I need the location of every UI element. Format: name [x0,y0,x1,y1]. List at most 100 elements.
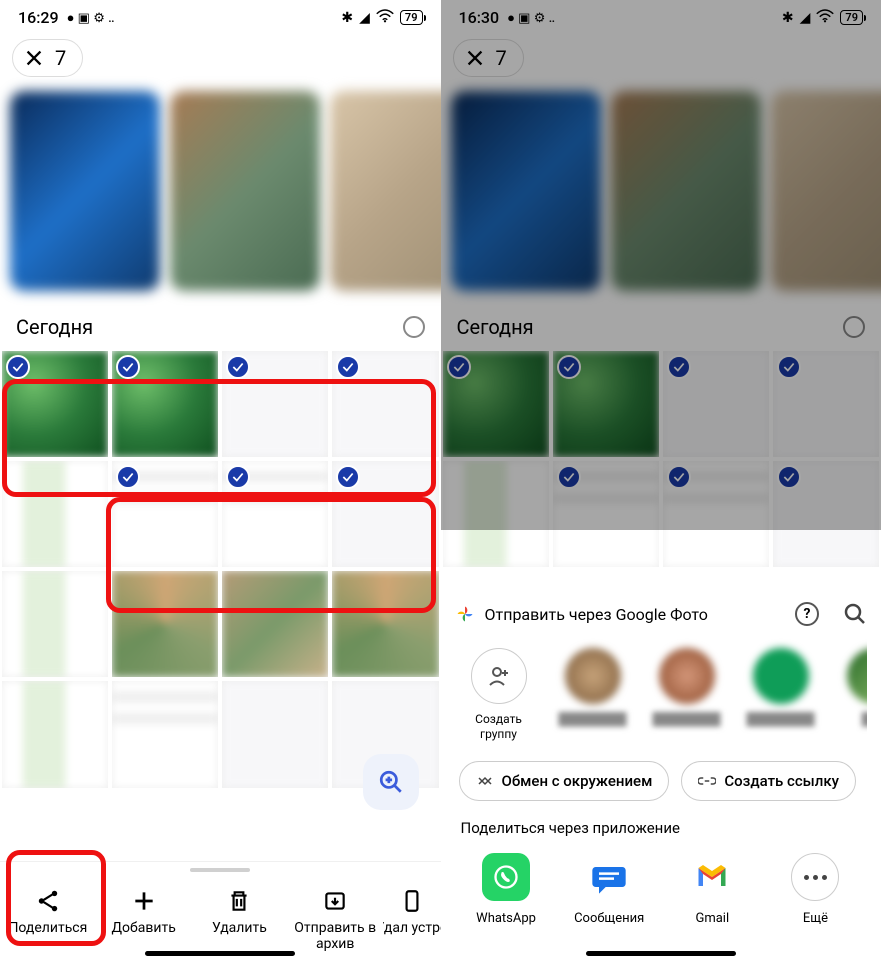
memory-card[interactable] [330,91,441,291]
magnifier-plus-icon [378,769,404,795]
photo-thumb[interactable] [332,461,438,567]
more-apps-button[interactable]: Ещё [775,853,855,926]
create-group-button[interactable]: Создать группу [463,648,535,741]
memory-card[interactable] [10,91,160,291]
screenshot-left: 16:29 ● ▣ ⚙ ‥ ✱ ◢ 79 7 Сегодня [0,0,441,960]
close-icon[interactable] [23,47,45,69]
status-time: 16:30 [459,8,500,27]
share-options-row: Обмен с окружением Создать ссылку [455,755,868,815]
more-icon [791,853,839,901]
help-icon[interactable]: ? [795,602,819,626]
whatsapp-icon [482,853,530,901]
photo-thumb[interactable] [112,461,218,567]
photo-thumb [553,351,659,457]
link-label: Создать ссылку [724,772,839,790]
photo-thumb [443,461,549,567]
gmail-label: Gmail [695,911,729,926]
photo-thumb[interactable] [222,461,328,567]
photo-thumb[interactable] [222,571,328,677]
section-header: Сегодня [0,309,441,351]
check-icon [6,355,30,379]
zoom-fab[interactable] [363,754,419,810]
memory-card [611,91,761,291]
photo-thumb[interactable] [2,461,108,567]
sheet-title: Отправить через Google Фото [485,605,786,624]
bluetooth-icon: ✱ [782,10,794,26]
phone-x-icon [399,888,425,914]
create-group-avatar [471,648,527,704]
home-indicator[interactable] [145,951,295,956]
messages-app[interactable]: Сообщения [569,853,649,926]
photo-thumb[interactable] [2,681,108,787]
contact-item[interactable]: ███ [839,648,868,741]
wifi-icon [376,9,394,27]
selection-toolbar: 7 [441,31,881,85]
home-indicator[interactable] [586,951,736,956]
photo-thumb [773,351,879,457]
section-title: Сегодня [457,315,534,339]
section-header: Сегодня [441,309,881,351]
selection-chip[interactable]: 7 [453,39,524,77]
wifi-icon [816,9,834,27]
photo-thumb[interactable] [222,681,328,787]
photo-thumb [663,351,769,457]
selection-chip[interactable]: 7 [12,39,83,77]
battery-indicator: 79 [400,10,423,25]
whatsapp-app[interactable]: WhatsApp [466,853,546,926]
delete-button[interactable]: Удалить [192,870,288,952]
photo-thumb[interactable] [332,351,438,457]
photo-thumb[interactable] [112,681,218,787]
photo-thumb [773,461,879,567]
photo-grid [441,351,881,567]
plus-icon [131,888,157,914]
add-button[interactable]: Добавить [96,870,192,952]
screenshot-right: 16:30 ● ▣ ⚙ ‥ ✱ ◢ 79 7 Сегодня [441,0,881,960]
search-icon[interactable] [843,602,867,626]
photo-thumb [663,461,769,567]
selection-count: 7 [55,46,66,70]
memory-card[interactable] [170,91,320,291]
photo-thumb[interactable] [332,571,438,677]
gmail-app[interactable]: Gmail [672,853,752,926]
contact-item[interactable]: ████████ [557,648,629,741]
nearby-share-button[interactable]: Обмен с окружением [459,761,670,801]
messages-label: Сообщения [574,911,644,926]
photo-thumb[interactable] [2,351,108,457]
share-apps-heading: Поделиться через приложение [455,815,868,849]
photo-thumb[interactable] [112,571,218,677]
selection-toolbar: 7 [0,31,441,85]
photo-thumb[interactable] [222,351,328,457]
person-plus-icon [487,664,511,688]
trash-icon [226,888,252,914]
google-photos-icon [455,604,475,624]
check-icon [116,355,140,379]
delete-label: Удалить [212,920,267,936]
memories-carousel [441,85,881,309]
device-delete-button[interactable]: Удал устро [383,870,440,952]
photo-thumb[interactable] [2,571,108,677]
status-time: 16:29 [18,8,59,27]
photo-thumb[interactable] [112,351,218,457]
signal-icon: ◢ [800,10,811,26]
close-icon[interactable] [464,47,486,69]
photo-grid [0,351,441,788]
contact-item[interactable]: ████████ [745,648,817,741]
archive-button[interactable]: Отправить в архив [287,870,383,952]
more-label: Ещё [803,911,828,926]
signal-icon: ◢ [359,10,370,26]
contacts-row[interactable]: Создать группу ████████ ████████ ███████… [455,626,868,755]
create-link-button[interactable]: Создать ссылку [681,761,856,801]
contact-item[interactable]: ████████ [651,648,723,741]
share-apps-row: WhatsApp Сообщения Gmail Ещё [455,849,868,946]
status-notif-icons: ● ▣ ⚙ ‥ [67,10,115,26]
share-sheet: Отправить через Google Фото ? Создать гр… [441,584,881,960]
share-button[interactable]: Поделиться [0,870,96,952]
status-notif-icons: ● ▣ ⚙ ‥ [507,10,555,26]
select-all-toggle[interactable] [403,316,425,338]
photo-thumb [443,351,549,457]
memories-carousel[interactable] [0,85,441,309]
link-icon [698,772,716,790]
whatsapp-label: WhatsApp [476,911,536,926]
status-bar: 16:29 ● ▣ ⚙ ‥ ✱ ◢ 79 [0,0,441,31]
status-bar: 16:30 ● ▣ ⚙ ‥ ✱ ◢ 79 [441,0,881,31]
